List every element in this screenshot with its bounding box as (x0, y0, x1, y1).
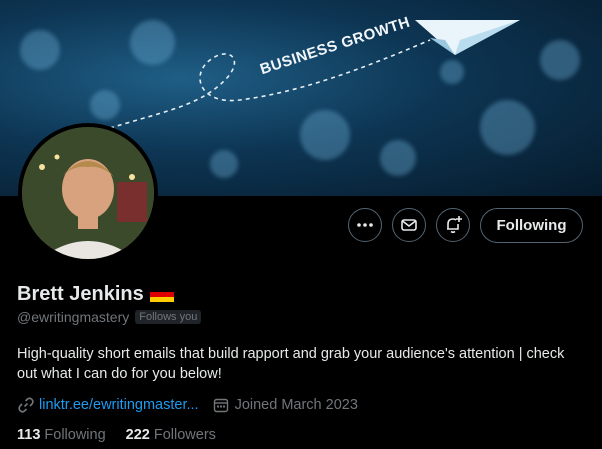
more-button[interactable] (348, 208, 382, 242)
followers-label: Followers (153, 427, 216, 443)
person-photo (22, 127, 154, 259)
more-horizontal-icon (357, 223, 373, 227)
bio: High-quality short emails that build rap… (17, 346, 565, 382)
profile-link[interactable]: linktr.ee/ewritingmaster... (39, 397, 199, 413)
avatar[interactable] (18, 123, 158, 263)
handle: @ewritingmastery (17, 309, 130, 325)
envelope-icon (401, 219, 417, 231)
bell-plus-icon (447, 216, 462, 234)
message-button[interactable] (392, 208, 426, 242)
follow-stats: 113 Following 222 Followers (17, 427, 216, 443)
link-icon (18, 397, 34, 413)
following-stat[interactable]: 113 Following (17, 427, 106, 443)
avatar-photo (22, 127, 154, 259)
germany-flag-icon (149, 287, 174, 302)
joined-date: Joined March 2023 (213, 397, 358, 413)
notify-button[interactable] (436, 208, 470, 242)
following-count: 113 (17, 427, 41, 443)
display-name: Brett Jenkins (17, 283, 144, 305)
following-button[interactable]: Following (480, 208, 583, 243)
dashed-path (109, 39, 431, 129)
paper-plane-icon (415, 20, 520, 55)
follows-you-badge: Follows you (135, 310, 202, 324)
followers-count: 222 (125, 427, 150, 443)
profile-name-row: Brett Jenkins (17, 283, 174, 306)
handle-row: @ewritingmastery Follows you (17, 309, 202, 325)
following-label: Following (44, 427, 106, 443)
followers-stat[interactable]: 222 Followers (126, 427, 216, 443)
joined-text: Joined March 2023 (234, 397, 358, 413)
profile-meta: linktr.ee/ewritingmaster... Joined March… (17, 396, 358, 414)
calendar-icon (213, 398, 228, 413)
